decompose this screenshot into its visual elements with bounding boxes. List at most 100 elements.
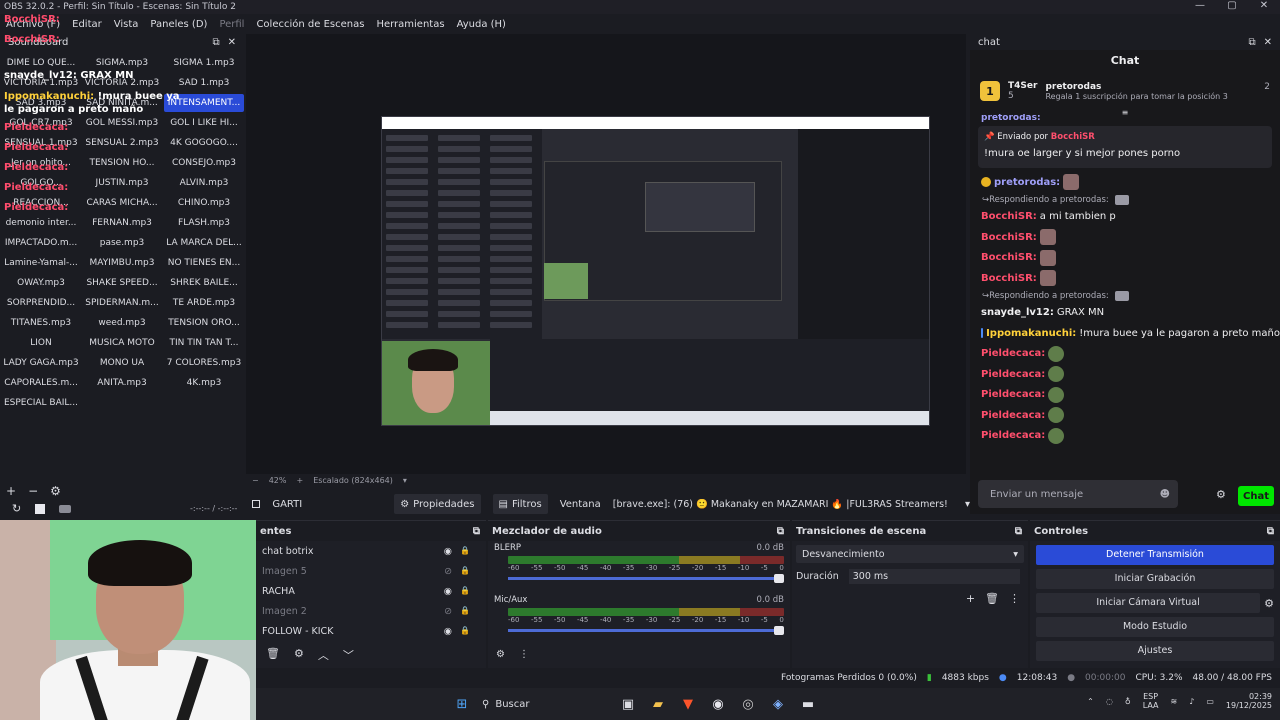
float-icon[interactable]: ⧉ [777,526,784,537]
sound-button[interactable]: CONSEJO.mp3 [164,154,244,172]
minimize-icon[interactable]: — [1184,0,1216,11]
studio-mode-button[interactable]: Modo Estudio [1036,617,1274,637]
sound-button[interactable]: SORPRENDID... [2,294,80,312]
sound-button[interactable]: GOL MESSI.mp3 [82,114,162,132]
menu-edit[interactable]: Editar [72,19,102,30]
sound-button[interactable]: TE ARDE.mp3 [164,294,244,312]
obs-icon[interactable]: ◎ [738,694,758,714]
trash-icon[interactable]: 🗑 [985,592,999,605]
chat-username[interactable]: snayde_lv12: [981,307,1054,318]
gear-icon[interactable]: ⚙ [50,484,61,498]
chat-username[interactable]: pretorodas: [981,114,1041,122]
menu-tools[interactable]: Herramientas [376,19,444,30]
menu-view[interactable]: Vista [114,19,139,30]
windows-start-icon[interactable]: ⊞ [452,694,472,714]
sound-button[interactable]: weed.mp3 [82,314,162,332]
sound-button[interactable]: LA MARCA DEL... [164,234,244,252]
task-view-icon[interactable]: ▣ [618,694,638,714]
chrome-icon[interactable]: ◉ [708,694,728,714]
sound-button[interactable]: ALVIN.mp3 [164,174,244,192]
gear-icon[interactable]: ⚙ [496,649,505,660]
sound-button[interactable]: TENSION ORO... [164,314,244,332]
chat-username[interactable]: pretorodas: [994,177,1060,188]
chat-username[interactable]: Pieldecaca: [981,410,1045,421]
zoom-out-icon[interactable]: − [252,476,259,485]
remove-icon[interactable]: − [28,484,38,498]
source-item[interactable]: Imagen 5 ⊘ 🔒 [256,561,486,581]
up-icon[interactable]: ︿ [318,647,329,663]
terminal-icon[interactable]: ▬ [798,694,818,714]
filters-button[interactable]: ▤ Filtros [492,494,548,514]
volume-icon[interactable]: ♪ [1189,697,1194,706]
float-icon[interactable]: ⧉ [1248,37,1255,48]
more-icon[interactable]: ⋮ [519,649,529,660]
restart-icon[interactable]: ↻ [12,502,21,515]
eye-off-icon[interactable]: ⊘ [444,566,452,577]
sound-button[interactable]: FLASH.mp3 [164,214,244,232]
sound-button[interactable]: GOL I LIKE HI... [164,114,244,132]
taskbar-search[interactable]: ⚲ Buscar [482,693,618,715]
lock-icon[interactable]: 🔒 [460,546,470,557]
sound-button[interactable]: NO TIENES EN... [164,254,244,272]
eye-off-icon[interactable]: ⊘ [444,606,452,617]
emote-icon[interactable]: ☻ [1160,489,1170,500]
chat-username[interactable]: BocchiSR: [981,252,1037,263]
chat-username[interactable]: BocchiSR: [981,211,1037,222]
sound-button[interactable]: Lamine-Yamal-... [2,254,80,272]
lock-icon[interactable]: 🔒 [460,566,470,577]
chat-username[interactable]: Pieldecaca: [981,369,1045,380]
close-icon[interactable]: ✕ [1264,37,1272,48]
clock[interactable]: 02:39 19/12/2025 [1226,692,1272,710]
chat-username[interactable]: BocchiSR: [981,232,1037,243]
add-icon[interactable]: + [6,484,16,498]
settings-button[interactable]: Ajustes [1036,641,1274,661]
slider-handle[interactable] [774,626,784,635]
sound-button[interactable]: OWAY.mp3 [2,274,80,292]
sound-button[interactable]: MUSICA MOTO [82,334,162,352]
stop-icon[interactable] [35,503,46,514]
sound-button[interactable]: TITANES.mp3 [2,314,80,332]
language-indicator[interactable]: ESP LAA [1143,692,1159,710]
float-icon[interactable]: ⧉ [473,526,480,537]
menu-help[interactable]: Ayuda (H) [457,19,506,30]
source-item[interactable]: FOLLOW - KICK ◉ 🔒 [256,621,486,641]
zoom-in-icon[interactable]: + [296,476,303,485]
menu-docks[interactable]: Paneles (D) [150,19,207,30]
network-icon[interactable]: ◌ [1106,697,1113,706]
gear-icon[interactable]: ⚙ [1216,488,1226,501]
volume-slider[interactable] [508,574,784,583]
sound-button[interactable]: JUSTIN.mp3 [82,174,162,192]
pinned-message[interactable]: 📌 Enviado por BocchiSR !mura oe larger y… [978,126,1272,168]
chat-username[interactable]: Pieldecaca: [981,430,1045,441]
maximize-icon[interactable]: ▢ [1216,0,1248,11]
sound-button[interactable]: ESPECIAL BAIL... [2,394,80,412]
start-virtual-camera-button[interactable]: Iniciar Cámara Virtual [1036,593,1261,613]
lock-icon[interactable]: 🔒 [460,606,470,617]
sound-button[interactable]: CAPORALES.m... [2,374,80,392]
eye-icon[interactable]: ◉ [444,586,452,597]
transition-select[interactable]: Desvanecimiento ▾ [796,545,1024,563]
window-select[interactable]: [brave.exe]: (76) 🙂 Makanaky en MAZAMARI… [613,499,953,510]
wifi-icon[interactable]: ≋ [1171,697,1178,706]
leaderboard[interactable]: 1 T4Ser 5 pretorodas 2 Regala 1 suscripc… [980,76,1270,106]
source-item[interactable]: RACHA ◉ 🔒 [256,581,486,601]
chat-username[interactable]: Ippomakanuchi: [986,328,1076,339]
chevron-up-icon[interactable]: ⌃ [1087,697,1094,706]
sound-button[interactable]: LADY GAGA.mp3 [2,354,80,372]
properties-button[interactable]: ⚙ Propiedades [394,494,481,514]
chevron-down-icon[interactable]: ▾ [403,476,407,485]
chat-input[interactable]: Enviar un mensaje ☻ [978,480,1178,508]
close-icon[interactable]: ✕ [228,37,236,48]
file-explorer-icon[interactable]: ▰ [648,694,668,714]
lock-icon[interactable]: 🔒 [460,626,470,637]
sound-button[interactable]: demonio inter... [2,214,80,232]
chat-username[interactable]: BocchiSR: [981,273,1037,284]
sound-button[interactable]: FERNAN.mp3 [82,214,162,232]
sound-button[interactable]: ANITA.mp3 [82,374,162,392]
sound-button[interactable]: SENSUAL 2.mp3 [82,134,162,152]
chat-username[interactable]: Pieldecaca: [981,348,1045,359]
sound-button[interactable]: SIGMA 1.mp3 [164,54,244,72]
down-icon[interactable]: ﹀ [343,647,354,663]
sound-button[interactable]: pase.mp3 [82,234,162,252]
float-icon[interactable]: ⧉ [1015,526,1022,537]
